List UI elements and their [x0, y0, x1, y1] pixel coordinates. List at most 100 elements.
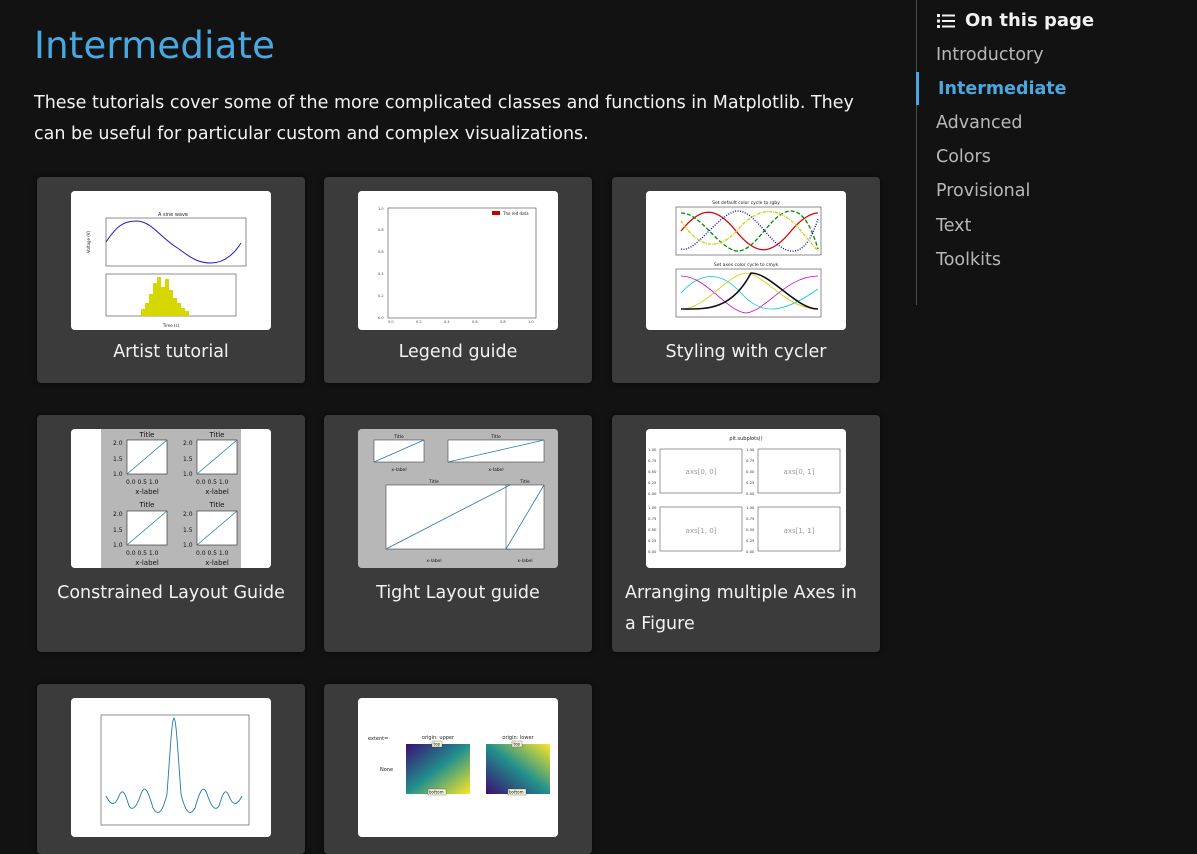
svg-text:0.25: 0.25: [648, 538, 657, 543]
thumb-title: A sine wave: [158, 212, 188, 218]
intro-paragraph: These tutorials cover some of the more c…: [34, 93, 854, 144]
svg-text:axs[1, 0]: axs[1, 0]: [686, 527, 717, 535]
gallery-card-constrained-layout-guide[interactable]: Title Title Title Title x-label x-label …: [37, 415, 305, 652]
toc-item-toolkits[interactable]: Toolkits: [936, 250, 1001, 270]
svg-text:0.75: 0.75: [648, 458, 657, 463]
gallery-card-arranging-multiple-axes[interactable]: plt.subplots() axs[0, 0] axs[0, 1] axs[1…: [612, 415, 880, 652]
svg-text:0.0 0.5 1.0: 0.0 0.5 1.0: [196, 550, 229, 557]
svg-text:1.00: 1.00: [648, 505, 657, 510]
svg-text:Set default color cycle to rgb: Set default color cycle to rgby: [712, 200, 780, 206]
svg-text:x-label: x-label: [135, 488, 159, 496]
svg-text:1.00: 1.00: [746, 505, 755, 510]
svg-text:1.00: 1.00: [648, 447, 657, 452]
svg-text:1.0: 1.0: [528, 320, 534, 324]
toc-item-advanced[interactable]: Advanced: [936, 113, 1022, 133]
gallery-card-sinc-plot[interactable]: [37, 684, 305, 854]
svg-text:0.25: 0.25: [746, 480, 755, 485]
svg-text:top: top: [514, 742, 521, 747]
svg-text:0.0 0.5 1.0: 0.0 0.5 1.0: [126, 550, 159, 557]
toc-item-text[interactable]: Text: [936, 216, 971, 236]
toc-item-introductory[interactable]: Introductory: [936, 45, 1044, 65]
svg-text:x-label: x-label: [517, 558, 532, 564]
svg-text:0.6: 0.6: [472, 320, 478, 324]
svg-text:Title: Title: [490, 434, 501, 440]
svg-text:0.2: 0.2: [378, 294, 384, 298]
svg-text:Title: Title: [208, 501, 224, 509]
svg-text:0.25: 0.25: [746, 538, 755, 543]
svg-text:0.0: 0.0: [378, 316, 384, 320]
svg-text:0.4: 0.4: [444, 320, 450, 324]
thumbnail-imshow-origin: extent= None origin: upper origin: lower…: [358, 698, 558, 837]
svg-text:0.25: 0.25: [648, 480, 657, 485]
svg-text:bottom: bottom: [509, 790, 524, 795]
gallery-card-legend-guide[interactable]: The red data 0.0 0.2 0.4 0.6 0.8 1.0 0.0 0.2 0…: [324, 177, 592, 383]
thumbnail-legend-guide: The red data 0.0 0.2 0.4 0.6 0.8 1.0 0.0 0.2 0…: [358, 191, 558, 330]
svg-text:Set axes color cycle to cmyk: Set axes color cycle to cmyk: [714, 262, 779, 268]
svg-text:x-label: x-label: [205, 559, 229, 567]
svg-text:1.0: 1.0: [113, 542, 123, 549]
svg-text:0.00: 0.00: [746, 491, 755, 496]
svg-text:0.75: 0.75: [648, 516, 657, 521]
svg-text:0.6: 0.6: [378, 250, 384, 254]
svg-text:2.0: 2.0: [183, 440, 193, 447]
svg-text:0.0 0.5 1.0: 0.0 0.5 1.0: [126, 479, 159, 486]
svg-text:0.00: 0.00: [648, 549, 657, 554]
gallery-card-imshow-origin-extent[interactable]: extent= None origin: upper origin: lower…: [324, 684, 592, 854]
thumbnail-sinc-plot: [71, 698, 271, 837]
toc-item-colors[interactable]: Colors: [936, 147, 991, 167]
thumbnail-artist-tutorial: A sine wave Voltage (V) Time (s): [71, 191, 271, 330]
on-this-page-nav: On this page Introductory Intermediate A…: [916, 0, 1197, 305]
card-caption[interactable]: Artist tutorial: [47, 337, 295, 368]
svg-text:Title: Title: [138, 431, 154, 439]
svg-text:0.75: 0.75: [746, 458, 755, 463]
toc-heading: On this page: [937, 10, 1094, 31]
card-caption[interactable]: Styling with cycler: [622, 337, 870, 368]
page-title: Intermediate: [34, 24, 276, 67]
svg-text:0.0 0.5 1.0: 0.0 0.5 1.0: [196, 479, 229, 486]
svg-text:axs[0, 1]: axs[0, 1]: [784, 468, 815, 476]
svg-text:x-label: x-label: [205, 488, 229, 496]
card-caption[interactable]: Constrained Layout Guide: [47, 578, 295, 609]
svg-text:0.2: 0.2: [416, 320, 422, 324]
toc-item-provisional[interactable]: Provisional: [936, 181, 1030, 201]
svg-text:2.0: 2.0: [113, 440, 123, 447]
gallery-card-styling-with-cycler[interactable]: Set default color cycle to rgby Set axes…: [612, 177, 880, 383]
svg-text:The red data: The red data: [502, 211, 529, 216]
gallery-card-tight-layout-guide[interactable]: Title Title Title Title x-label x-label …: [324, 415, 592, 652]
svg-text:0.50: 0.50: [746, 527, 755, 532]
svg-text:0.50: 0.50: [746, 469, 755, 474]
svg-text:x-label: x-label: [135, 559, 159, 567]
svg-text:axs[1, 1]: axs[1, 1]: [784, 527, 815, 535]
svg-text:plt.subplots(): plt.subplots(): [729, 436, 762, 442]
svg-text:Title: Title: [519, 479, 530, 485]
svg-text:top: top: [434, 742, 441, 747]
svg-text:Time (s): Time (s): [162, 323, 180, 328]
svg-text:1.0: 1.0: [183, 471, 193, 478]
svg-text:origin: upper: origin: upper: [422, 735, 455, 741]
svg-text:0.8: 0.8: [378, 228, 384, 232]
svg-text:x-label: x-label: [391, 467, 406, 473]
svg-text:0.0: 0.0: [388, 320, 394, 324]
card-caption[interactable]: Arranging multiple Axes in a Figure: [625, 578, 870, 640]
svg-text:0.00: 0.00: [746, 549, 755, 554]
svg-text:2.0: 2.0: [183, 511, 193, 518]
svg-text:axs[0, 0]: axs[0, 0]: [686, 468, 717, 476]
svg-text:1.0: 1.0: [183, 542, 193, 549]
svg-text:1.5: 1.5: [183, 527, 193, 534]
svg-text:Title: Title: [208, 431, 224, 439]
svg-text:1.0: 1.0: [378, 207, 384, 211]
toc-item-intermediate[interactable]: Intermediate: [938, 79, 1067, 99]
svg-text:2.0: 2.0: [113, 511, 123, 518]
svg-text:1.00: 1.00: [746, 447, 755, 452]
svg-text:1.0: 1.0: [113, 471, 123, 478]
card-caption[interactable]: Tight Layout guide: [334, 578, 582, 609]
thumbnail-styling-with-cycler: Set default color cycle to rgby Set axes…: [646, 191, 846, 330]
card-caption[interactable]: Legend guide: [334, 337, 582, 368]
svg-text:0.4: 0.4: [378, 272, 384, 276]
svg-text:0.50: 0.50: [648, 469, 657, 474]
svg-text:Title: Title: [428, 479, 439, 485]
svg-text:Voltage (V): Voltage (V): [86, 230, 91, 253]
svg-text:x-label: x-label: [426, 558, 441, 564]
gallery-card-artist-tutorial[interactable]: A sine wave Voltage (V) Time (s) Artist …: [37, 177, 305, 383]
svg-text:Title: Title: [393, 434, 404, 440]
